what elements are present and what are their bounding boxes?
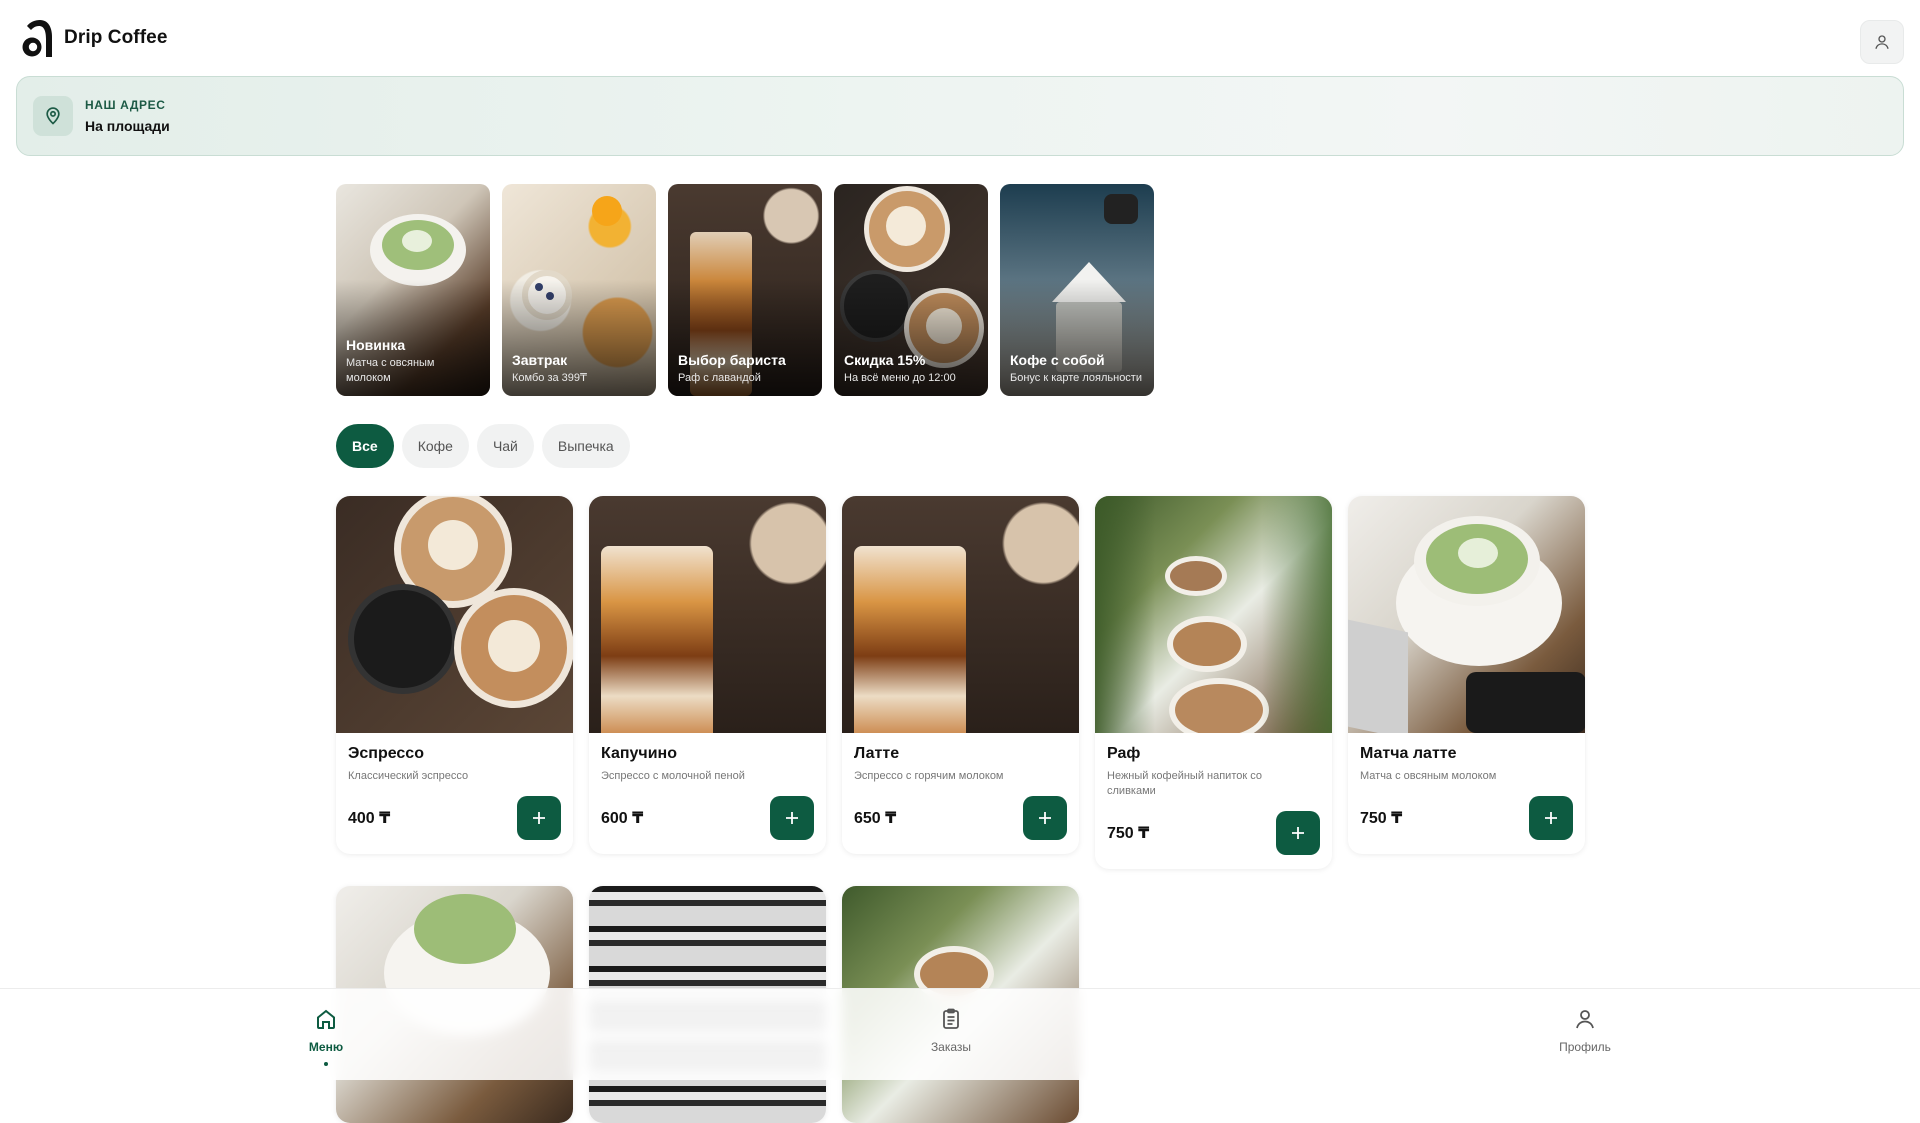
user-icon	[1875, 35, 1889, 49]
promo-title: Скидка 15%	[844, 352, 926, 368]
product-image	[842, 496, 1079, 733]
add-to-cart-button[interactable]	[517, 796, 561, 840]
category-chip-all[interactable]: Все	[336, 424, 394, 468]
address-value: На площади	[85, 118, 170, 134]
nav-orders-label: Заказы	[930, 1040, 972, 1054]
address-icon-box	[33, 96, 73, 136]
brand-name: Drip Coffee	[64, 27, 168, 48]
profile-button[interactable]	[1860, 20, 1904, 64]
product-name: Эспрессо	[348, 745, 424, 762]
promo-subtitle: Раф с лавандой	[678, 372, 761, 384]
nav-menu[interactable]: Меню	[286, 1007, 366, 1066]
product-image	[336, 496, 573, 733]
user-icon	[1576, 1010, 1594, 1029]
nav-menu-label: Меню	[308, 1040, 344, 1054]
add-to-cart-button[interactable]	[1023, 796, 1067, 840]
promo-title: Кофе с собой	[1010, 352, 1105, 368]
promo-subtitle: Комбо за 399₸	[512, 372, 588, 384]
promo-subtitle: Матча с овсяным молоком	[346, 357, 435, 384]
map-pin-icon	[46, 107, 60, 125]
nav-orders[interactable]: Заказы	[911, 1007, 991, 1054]
plus-icon	[1292, 827, 1304, 839]
promo-card[interactable]: Кофе с собой Бонус к карте лояльности	[1000, 184, 1154, 396]
product-card[interactable]: Раф Нежный кофейный напиток со сливками …	[1095, 496, 1332, 869]
product-price: 750 ₸	[1360, 810, 1403, 827]
active-indicator	[324, 1062, 328, 1066]
promo-card[interactable]: Новинка Матча с овсяным молоком	[336, 184, 490, 396]
product-price: 400 ₸	[348, 810, 391, 827]
product-image	[1095, 496, 1332, 733]
app-header: Drip Coffee	[0, 0, 1920, 76]
product-name: Раф	[1107, 745, 1141, 762]
promo-title: Завтрак	[512, 352, 568, 368]
product-description: Эспрессо с горячим молоком	[854, 770, 1004, 782]
bottom-navigation: Меню Заказы Профиль	[0, 988, 1920, 1080]
drip-logo-icon	[22, 20, 52, 57]
promo-title: Новинка	[346, 337, 406, 353]
promo-card[interactable]: Выбор бариста Раф с лавандой	[668, 184, 822, 396]
product-image	[1348, 496, 1585, 733]
plus-icon	[786, 812, 798, 824]
promo-card[interactable]: Завтрак Комбо за 399₸	[502, 184, 656, 396]
promo-card[interactable]: Скидка 15% На всё меню до 12:00	[834, 184, 988, 396]
promo-subtitle: На всё меню до 12:00	[844, 372, 956, 384]
promo-stories: Новинка Матча с овсяным молоком Завтрак …	[336, 184, 1154, 396]
add-to-cart-button[interactable]	[1529, 796, 1573, 840]
clipboard-icon	[943, 1008, 959, 1029]
plus-icon	[1545, 812, 1557, 824]
product-price: 650 ₸	[854, 810, 897, 827]
product-card[interactable]: Капучино Эспрессо с молочной пеной 600 ₸	[589, 496, 826, 854]
product-name: Капучино	[601, 745, 677, 762]
nav-profile[interactable]: Профиль	[1545, 1007, 1625, 1054]
category-chip-pastry[interactable]: Выпечка	[541, 424, 630, 468]
category-chip-coffee[interactable]: Кофе	[401, 424, 469, 468]
add-to-cart-button[interactable]	[770, 796, 814, 840]
product-description: Эспрессо с молочной пеной	[601, 770, 745, 782]
product-name: Латте	[854, 745, 900, 762]
product-card[interactable]: Эспрессо Классический эспрессо 400 ₸	[336, 496, 573, 854]
plus-icon	[533, 812, 545, 824]
product-card[interactable]: Матча латте Матча с овсяным молоком 750 …	[1348, 496, 1585, 854]
product-price: 600 ₸	[601, 810, 644, 827]
product-name: Матча латте	[1360, 745, 1457, 762]
home-icon	[317, 1009, 335, 1029]
address-banner[interactable]: НАШ АДРЕС На площади	[16, 76, 1904, 156]
product-description: Нежный кофейный напиток со сливками	[1107, 770, 1262, 797]
address-label: НАШ АДРЕС	[85, 98, 166, 112]
add-to-cart-button[interactable]	[1276, 811, 1320, 855]
product-image	[589, 496, 826, 733]
promo-title: Выбор бариста	[678, 352, 786, 368]
product-price: 750 ₸	[1107, 825, 1150, 842]
product-card[interactable]: Латте Эспрессо с горячим молоком 650 ₸	[842, 496, 1079, 854]
product-description: Классический эспрессо	[348, 770, 469, 782]
category-chip-tea[interactable]: Чай	[476, 424, 534, 468]
plus-icon	[1039, 812, 1051, 824]
category-filter: Все Кофе Чай Выпечка	[336, 424, 630, 468]
product-description: Матча с овсяным молоком	[1360, 770, 1497, 782]
nav-profile-label: Профиль	[1559, 1040, 1611, 1054]
promo-subtitle: Бонус к карте лояльности	[1010, 372, 1142, 384]
